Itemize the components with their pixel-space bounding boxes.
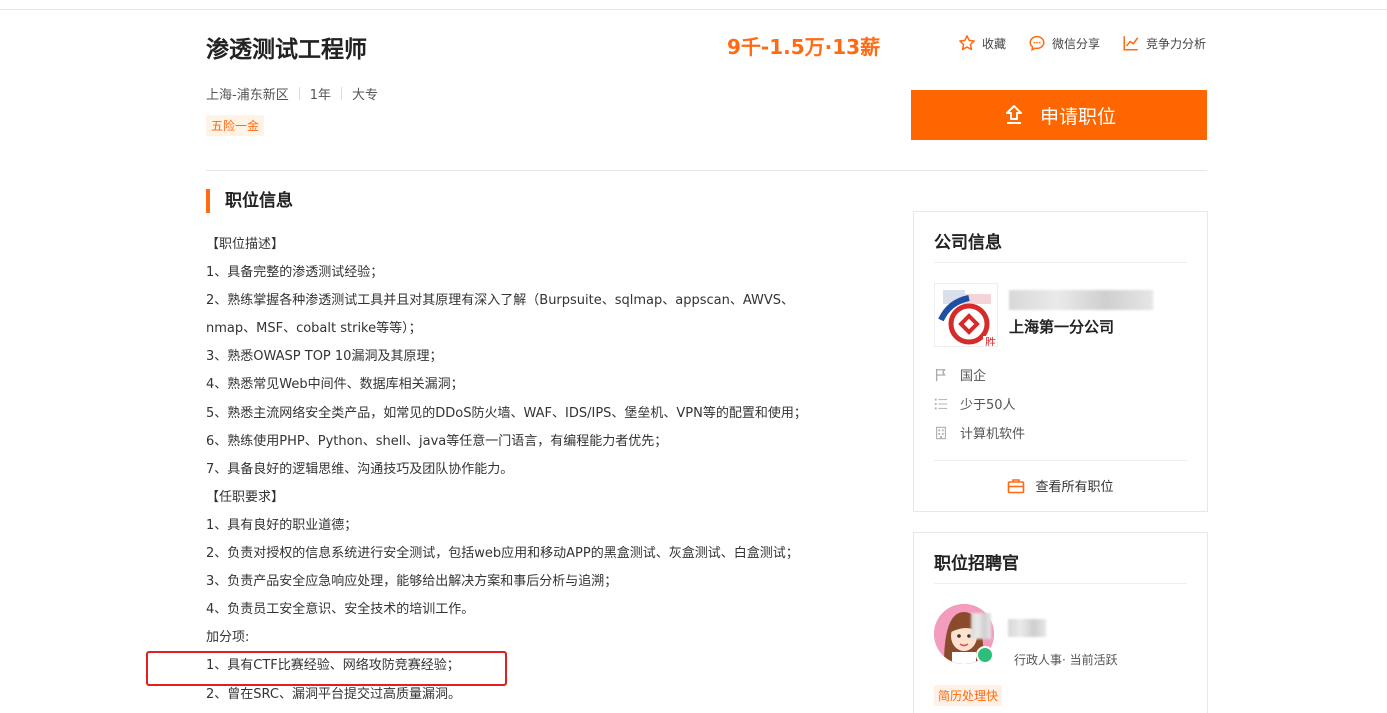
desc-line: 7、具备良好的逻辑思维、沟通技巧及团队协作能力。	[206, 461, 514, 477]
favorite-button[interactable]: 收藏	[958, 34, 1006, 52]
meta-separator	[298, 87, 300, 100]
company-card-title: 公司信息	[934, 233, 1002, 253]
desc-line: 【职位描述】	[206, 237, 285, 252]
highlight-annotation	[146, 651, 507, 686]
wechat-share-label: 微信分享	[1052, 36, 1101, 51]
company-type: 国企	[960, 369, 987, 384]
desc-line: 6、熟练使用PHP、Python、shell、java等任意一门语言，有编程能力…	[206, 433, 668, 449]
desc-line: 2、熟练掌握各种渗透测试工具并且对其原理有深入了解（Burpsuite、sqlm…	[206, 293, 795, 309]
view-all-jobs-link[interactable]: 查看所有职位	[914, 476, 1207, 495]
company-info-card: 公司信息 胜 上海第一分公司 国企 少于50人 计算机软件 查看所有职位	[913, 211, 1208, 512]
job-education: 大专	[351, 88, 378, 103]
upload-icon	[1005, 105, 1022, 124]
desc-line: 3、熟悉OWASP TOP 10漏洞及其原理；	[206, 349, 443, 365]
top-divider	[0, 9, 1387, 10]
card-divider	[934, 460, 1187, 461]
desc-line: 4、熟悉常见Web中间件、数据库相关漏洞；	[206, 377, 464, 393]
blurred-company-name	[1009, 290, 1153, 310]
desc-line: 2、负责对授权的信息系统进行安全测试，包括web应用和移动APP的黑盒测试、灰盒…	[206, 546, 799, 562]
recruiter-role: 行政人事· 当前活跃	[1014, 653, 1118, 667]
competitiveness-button[interactable]: 竞争力分析	[1122, 34, 1206, 52]
recruiter-card: 职位招聘官 行政人事· 当前活跃 简历处理快	[913, 532, 1208, 713]
building-icon	[936, 426, 946, 439]
desc-line: 1、具有良好的职业道德；	[206, 517, 358, 533]
chat-bubble-icon	[1029, 35, 1045, 52]
header-divider	[206, 170, 1207, 171]
blurred-avatar-edge	[971, 613, 991, 639]
job-description: 【职位描述】 1、具备完整的渗透测试经验； 2、熟练掌握各种渗透测试工具并且对其…	[206, 231, 866, 709]
online-status-indicator	[976, 646, 994, 664]
company-logo-image: 胜	[935, 284, 997, 347]
competitiveness-label: 竞争力分析	[1146, 36, 1207, 51]
meta-separator	[340, 87, 342, 100]
fast-response-badge: 简历处理快	[934, 685, 1003, 706]
job-location: 上海-浦东新区	[206, 88, 289, 103]
job-actions: 收藏 微信分享 竞争力分析	[958, 34, 1206, 52]
card-divider	[934, 262, 1187, 263]
company-name[interactable]: 上海第一分公司	[1009, 316, 1114, 337]
star-icon	[959, 35, 975, 51]
welfare-tag: 五险一金	[206, 115, 265, 136]
blurred-recruiter-name	[1008, 619, 1046, 637]
card-divider	[934, 583, 1187, 584]
job-experience: 1年	[309, 88, 331, 103]
recruiter-card-title: 职位招聘官	[934, 554, 1019, 574]
salary: 9千-1.5万·13薪	[727, 35, 881, 59]
wechat-share-button[interactable]: 微信分享	[1028, 34, 1100, 52]
company-size: 少于50人	[960, 398, 1016, 413]
company-type-row: 国企	[934, 365, 986, 384]
job-meta: 上海-浦东新区 1年 大专	[206, 84, 378, 103]
job-title: 渗透测试工程师	[206, 37, 367, 63]
chart-icon	[1123, 36, 1139, 51]
company-logo-char: 胜	[985, 335, 996, 347]
desc-line: nmap、MSF、cobalt strike等等）；	[206, 321, 422, 337]
company-industry: 计算机软件	[960, 427, 1026, 442]
company-logo[interactable]: 胜	[934, 283, 998, 347]
flag-icon	[935, 368, 946, 381]
desc-line: 【任职要求】	[206, 489, 285, 505]
company-size-row: 少于50人	[934, 394, 1016, 413]
list-icon	[934, 398, 948, 409]
apply-label: 申请职位	[1039, 105, 1116, 128]
company-industry-row: 计算机软件	[934, 423, 1025, 442]
favorite-label: 收藏	[982, 36, 1007, 51]
briefcase-icon	[1008, 478, 1025, 493]
apply-job-button[interactable]: 申请职位	[911, 90, 1207, 140]
view-all-label: 查看所有职位	[1035, 480, 1114, 495]
desc-line: 3、负责产品安全应急响应处理，能够给出解决方案和事后分析与追溯；	[206, 574, 618, 590]
desc-line: 加分项:	[206, 630, 250, 646]
desc-line: 1、具备完整的渗透测试经验；	[206, 265, 384, 281]
desc-line: 4、负责员工安全意识、安全技术的培训工作。	[206, 602, 475, 618]
desc-line: 5、熟悉主流网络安全类产品，如常见的DDoS防火墙、WAF、IDS/IPS、堡垒…	[206, 405, 807, 421]
section-title-job-info: 职位信息	[206, 189, 293, 213]
